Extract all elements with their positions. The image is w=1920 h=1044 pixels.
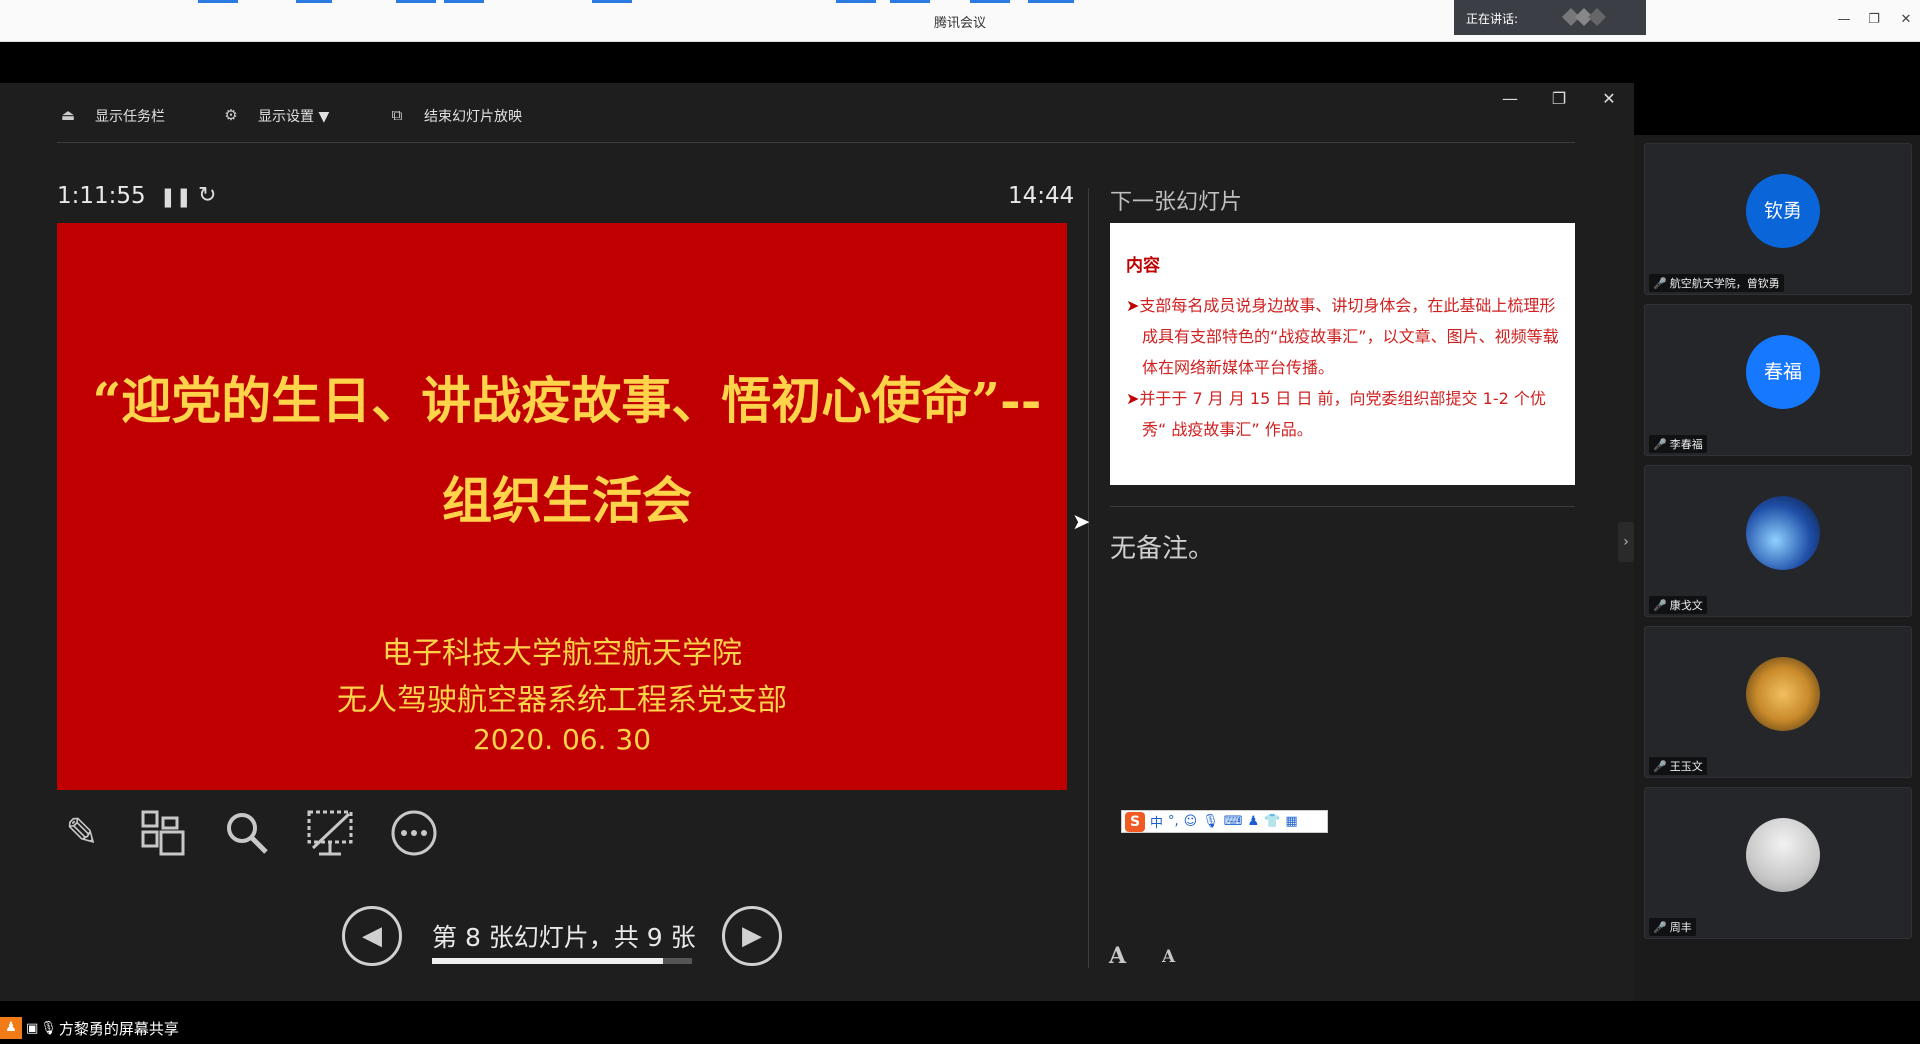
- slide-org-line1: 电子科技大学航空航天学院: [382, 636, 742, 671]
- display-settings-label: 显示设置 ▼: [258, 109, 330, 125]
- more-options-icon[interactable]: [389, 808, 439, 858]
- increase-font-button[interactable]: A: [1109, 943, 1126, 969]
- avatar: 钦勇: [1746, 174, 1820, 248]
- end-slideshow-button[interactable]: ⧉ 结束幻灯片放映: [386, 106, 522, 126]
- user-icon: ♟: [0, 1017, 22, 1039]
- muted-mic-icon: 🎤: [1653, 760, 1667, 773]
- zoom-icon[interactable]: [222, 808, 272, 858]
- show-taskbar-label: 显示任务栏: [95, 109, 165, 125]
- ime-mode[interactable]: 中: [1150, 812, 1163, 831]
- avatar: [1746, 657, 1820, 731]
- participant-tile[interactable]: 🎤 周丰: [1644, 787, 1912, 939]
- restore-button[interactable]: ❐: [1864, 10, 1884, 30]
- presenter-minimize-button[interactable]: —: [1498, 89, 1522, 108]
- decrease-font-button[interactable]: A: [1162, 947, 1175, 967]
- pane-divider: [1088, 188, 1089, 968]
- mic-icon: 🎙: [40, 1020, 57, 1036]
- next-slide-bullet: 并于于 7 月 月 15 日 日 前，向党委组织部提交 1-2 个优秀“ 战疫故…: [1126, 383, 1559, 445]
- taskbar-icon: ⏏: [60, 106, 76, 124]
- presenter-restore-button[interactable]: ❐: [1547, 89, 1571, 108]
- next-slide-button[interactable]: ▶: [722, 906, 782, 966]
- collapse-panel-button[interactable]: ›: [1618, 522, 1634, 562]
- notes-divider: [1110, 506, 1575, 507]
- avatar: 春福: [1746, 335, 1820, 409]
- speaking-indicator: 正在讲话:: [1454, 0, 1646, 35]
- skin-icon[interactable]: 👕: [1264, 814, 1280, 829]
- app-title-bar: 腾讯会议 正在讲话: — ❐ ✕: [0, 0, 1920, 42]
- restart-timer-icon[interactable]: ↻: [198, 183, 216, 208]
- black-screen-icon[interactable]: [305, 808, 355, 858]
- next-slide-bullet: 支部每名成员说身边故事、讲切身体会，在此基础上梳理形成具有支部特色的“战疫故事汇…: [1126, 290, 1559, 383]
- participant-tile[interactable]: 钦勇 🎤 航空航天学院，曾钦勇: [1644, 143, 1912, 295]
- participant-name: 🎤 王玉文: [1649, 757, 1707, 775]
- next-slide-preview: 内容 支部每名成员说身边故事、讲切身体会，在此基础上梳理形成具有支部特色的“战疫…: [1110, 223, 1575, 485]
- muted-mic-icon: 🎤: [1653, 438, 1667, 451]
- muted-mic-icon: 🎤: [1653, 277, 1667, 290]
- screen-icon: ▣: [26, 1020, 39, 1036]
- pen-icon[interactable]: ✎: [57, 808, 107, 858]
- previous-slide-button[interactable]: ◀: [342, 906, 402, 966]
- current-slide: “迎党的生日、讲战疫故事、悟初心使命”--组织生活会 电子科技大学航空航天学院 …: [57, 223, 1067, 790]
- emoji-icon[interactable]: ☺: [1184, 814, 1198, 829]
- participant-tile[interactable]: 🎤 王玉文: [1644, 626, 1912, 778]
- next-slide-title: 内容: [1126, 256, 1160, 276]
- slide-title: “迎党的生日、讲战疫故事、悟初心使命”--组织生活会: [92, 371, 1042, 530]
- ime-punctuation[interactable]: °,: [1168, 814, 1179, 829]
- toolbar-divider: [57, 142, 1575, 143]
- screen-share-label: ♟ ▣ 🎙 方黎勇的屏幕共享: [0, 1017, 179, 1039]
- next-slide-label: 下一张幻灯片: [1110, 190, 1243, 215]
- user-icon[interactable]: ♟: [1248, 814, 1260, 829]
- see-all-slides-icon[interactable]: [139, 808, 189, 858]
- keyboard-icon[interactable]: ⌨: [1224, 814, 1243, 829]
- presenter-close-button[interactable]: ✕: [1597, 89, 1621, 108]
- participant-name: 🎤 康戈文: [1649, 596, 1707, 614]
- slide-org-line2: 无人驾驶航空器系统工程系党支部: [337, 683, 787, 718]
- current-time: 14:44: [1008, 183, 1075, 209]
- end-show-icon: ⧉: [391, 106, 403, 124]
- end-slideshow-label: 结束幻灯片放映: [424, 109, 522, 125]
- sogou-logo-icon[interactable]: S: [1125, 811, 1145, 832]
- presenter-view: ⏏ 显示任务栏 ⚙ 显示设置 ▼ ⧉ 结束幻灯片放映 — ❐ ✕ 1:11:55…: [0, 83, 1634, 1001]
- show-taskbar-button[interactable]: ⏏ 显示任务栏: [57, 106, 165, 126]
- display-settings-button[interactable]: ⚙ 显示设置 ▼: [220, 106, 329, 126]
- participant-name: 🎤 周丰: [1649, 918, 1696, 936]
- ime-toolbar[interactable]: S 中 °, ☺ 🎙 ⌨ ♟ 👕 ▦: [1121, 810, 1328, 833]
- avatar: [1746, 496, 1820, 570]
- toolbox-icon[interactable]: ▦: [1285, 814, 1297, 829]
- participant-name: 🎤 航空航天学院，曾钦勇: [1649, 274, 1784, 292]
- avatar: [1746, 818, 1820, 892]
- close-button[interactable]: ✕: [1896, 10, 1916, 30]
- participant-tile[interactable]: 春福 🎤 李春福: [1644, 304, 1912, 456]
- minimize-button[interactable]: —: [1834, 10, 1854, 30]
- pause-timer-icon[interactable]: ❚❚: [160, 186, 192, 208]
- slide-progress-bar: [432, 958, 692, 964]
- mouse-cursor-icon: ➤: [1072, 510, 1091, 535]
- speaker-notes: 无备注。: [1110, 534, 1215, 564]
- speaker-avatar-icons: [1562, 8, 1606, 26]
- slide-counter: 第 8 张幻灯片，共 9 张: [432, 923, 696, 952]
- participant-panel: 钦勇 🎤 航空航天学院，曾钦勇 春福 🎤 李春福 🎤 康戈文 🎤 王玉文 🎤 周丰: [1634, 135, 1920, 1001]
- participant-tile[interactable]: 🎤 康戈文: [1644, 465, 1912, 617]
- muted-mic-icon: 🎤: [1653, 599, 1667, 612]
- participant-name: 🎤 李春福: [1649, 435, 1707, 453]
- slide-date: 2020. 06. 30: [472, 723, 652, 756]
- microphone-icon[interactable]: 🎙: [1202, 814, 1219, 829]
- speaking-label: 正在讲话:: [1466, 12, 1519, 26]
- elapsed-timer: 1:11:55: [57, 183, 146, 209]
- settings-icon: ⚙: [224, 106, 238, 124]
- status-bar: ♟ ▣ 🎙 方黎勇的屏幕共享: [0, 1001, 1920, 1044]
- muted-mic-icon: 🎤: [1653, 921, 1667, 934]
- slide-progress-fill: [432, 958, 664, 964]
- share-owner-label: 方黎勇的屏幕共享: [58, 1019, 179, 1038]
